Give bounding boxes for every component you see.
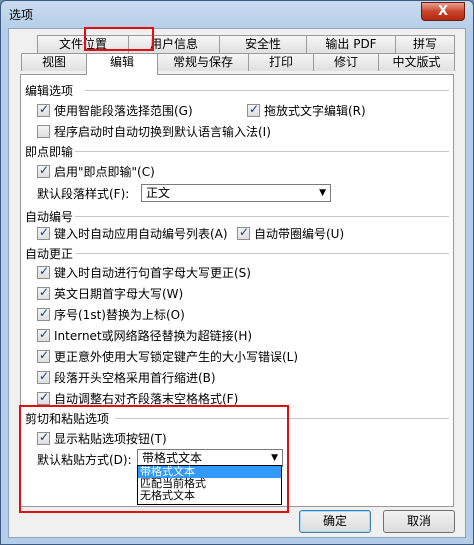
tab-edit[interactable]: 编辑 (86, 53, 158, 75)
chevron-down-icon: ▼ (319, 188, 326, 198)
tab-security[interactable]: 安全性 (219, 35, 307, 53)
auto-correct-item[interactable]: 更正意外使用大写锁定键产生的大小写错误(L) (37, 348, 298, 364)
auto-correct-item[interactable]: 自动调整右对齐段落末空格格式(F) (37, 390, 238, 406)
auto-correct-label: Internet或网络路径替换为超链接(H) (54, 328, 253, 343)
tab-revision[interactable]: 修订 (313, 53, 379, 71)
click-type-option[interactable]: 启用"即点即输"(C) (37, 163, 155, 179)
auto-correct-label: 更正意外使用大写锁定键产生的大小写错误(L) (54, 349, 299, 364)
auto-correct-label: 段落开头空格采用首行缩进(B) (54, 370, 216, 385)
paste-options-dropdown: 带格式文本 匹配当前格式 无格式文本 (137, 465, 282, 505)
auto-correct-checkbox[interactable] (37, 264, 50, 279)
auto-list-option[interactable]: 键入时自动应用自动编号列表(A) (37, 225, 228, 241)
close-button[interactable]: X (421, 2, 465, 21)
auto-correct-item[interactable]: Internet或网络路径替换为超链接(H) (37, 327, 252, 343)
section-edit-title: 编辑选项 (25, 84, 74, 98)
auto-correct-checkbox[interactable] (37, 390, 50, 405)
paste-option-plain[interactable]: 无格式文本 (138, 490, 281, 502)
circle-number-checkbox[interactable] (237, 225, 250, 240)
tab-spelling[interactable]: 拼写 (395, 35, 455, 53)
section-divider (75, 216, 449, 217)
default-style-select[interactable]: 正文 ▼ (141, 184, 331, 202)
tab-general-save[interactable]: 常规与保存 (157, 53, 249, 71)
click-type-label: 启用"即点即输"(C) (54, 164, 155, 179)
auto-correct-item[interactable]: 键入时自动进行句首字母大写更正(S) (37, 264, 251, 280)
smart-select-label: 使用智能段落选择范围(G) (54, 103, 193, 118)
auto-correct-checkbox[interactable] (37, 327, 50, 342)
click-type-checkbox[interactable] (37, 163, 50, 178)
section-divider (75, 253, 449, 254)
drag-drop-checkbox[interactable] (247, 102, 260, 117)
auto-ime-checkbox[interactable] (37, 124, 50, 138)
section-click-type-title: 即点即输 (25, 145, 74, 159)
auto-list-checkbox[interactable] (37, 225, 50, 240)
section-divider (85, 90, 449, 91)
auto-ime-label: 程序启动时自动切换到默认语言输入法(I) (54, 124, 271, 139)
auto-correct-label: 序号(1st)替换为上标(O) (54, 307, 185, 322)
auto-correct-label: 键入时自动进行句首字母大写更正(S) (54, 265, 251, 280)
edit-tab-highlight (84, 27, 154, 51)
cancel-button[interactable]: 取消 (383, 510, 455, 533)
tab-view[interactable]: 视图 (21, 53, 87, 71)
auto-correct-checkbox[interactable] (37, 285, 50, 300)
title-bar[interactable]: 选项 X (1, 1, 473, 27)
auto-correct-item[interactable]: 序号(1st)替换为上标(O) (37, 306, 185, 322)
drag-drop-option[interactable]: 拖放式文字编辑(R) (247, 102, 366, 118)
circle-number-option[interactable]: 自动带圈编号(U) (237, 225, 344, 241)
ok-button[interactable]: 确定 (299, 510, 371, 533)
auto-correct-checkbox[interactable] (37, 306, 50, 321)
tab-chinese-layout[interactable]: 中文版式 (378, 53, 455, 71)
circle-number-label: 自动带圈编号(U) (254, 226, 345, 241)
smart-select-checkbox[interactable] (37, 102, 50, 117)
default-style-value: 正文 (146, 186, 171, 200)
auto-correct-checkbox[interactable] (37, 369, 50, 384)
auto-correct-item[interactable]: 段落开头空格采用首行缩进(B) (37, 369, 216, 385)
window-title: 选项 (9, 8, 34, 22)
auto-correct-label: 自动调整右对齐段落末空格格式(F) (54, 391, 239, 406)
auto-correct-label: 英文日期首字母大写(W) (54, 286, 184, 301)
options-dialog: 选项 X 文件位置 用户信息 安全性 输出 PDF 拼写 视图 编辑 常规与保存… (0, 0, 474, 545)
auto-correct-checkbox[interactable] (37, 348, 50, 363)
section-auto-correct-title: 自动更正 (25, 247, 74, 261)
auto-correct-item[interactable]: 英文日期首字母大写(W) (37, 285, 183, 301)
default-style-label: 默认段落样式(F): (37, 186, 130, 201)
drag-drop-label: 拖放式文字编辑(R) (264, 103, 366, 118)
auto-ime-option[interactable]: 程序启动时自动切换到默认语言输入法(I) (37, 123, 271, 139)
tab-print[interactable]: 打印 (248, 53, 314, 71)
section-auto-number-title: 自动编号 (25, 210, 74, 224)
smart-select-option[interactable]: 使用智能段落选择范围(G) (37, 102, 193, 118)
auto-list-label: 键入时自动应用自动编号列表(A) (54, 226, 228, 241)
section-divider (75, 151, 449, 152)
tab-export-pdf[interactable]: 输出 PDF (306, 35, 396, 53)
